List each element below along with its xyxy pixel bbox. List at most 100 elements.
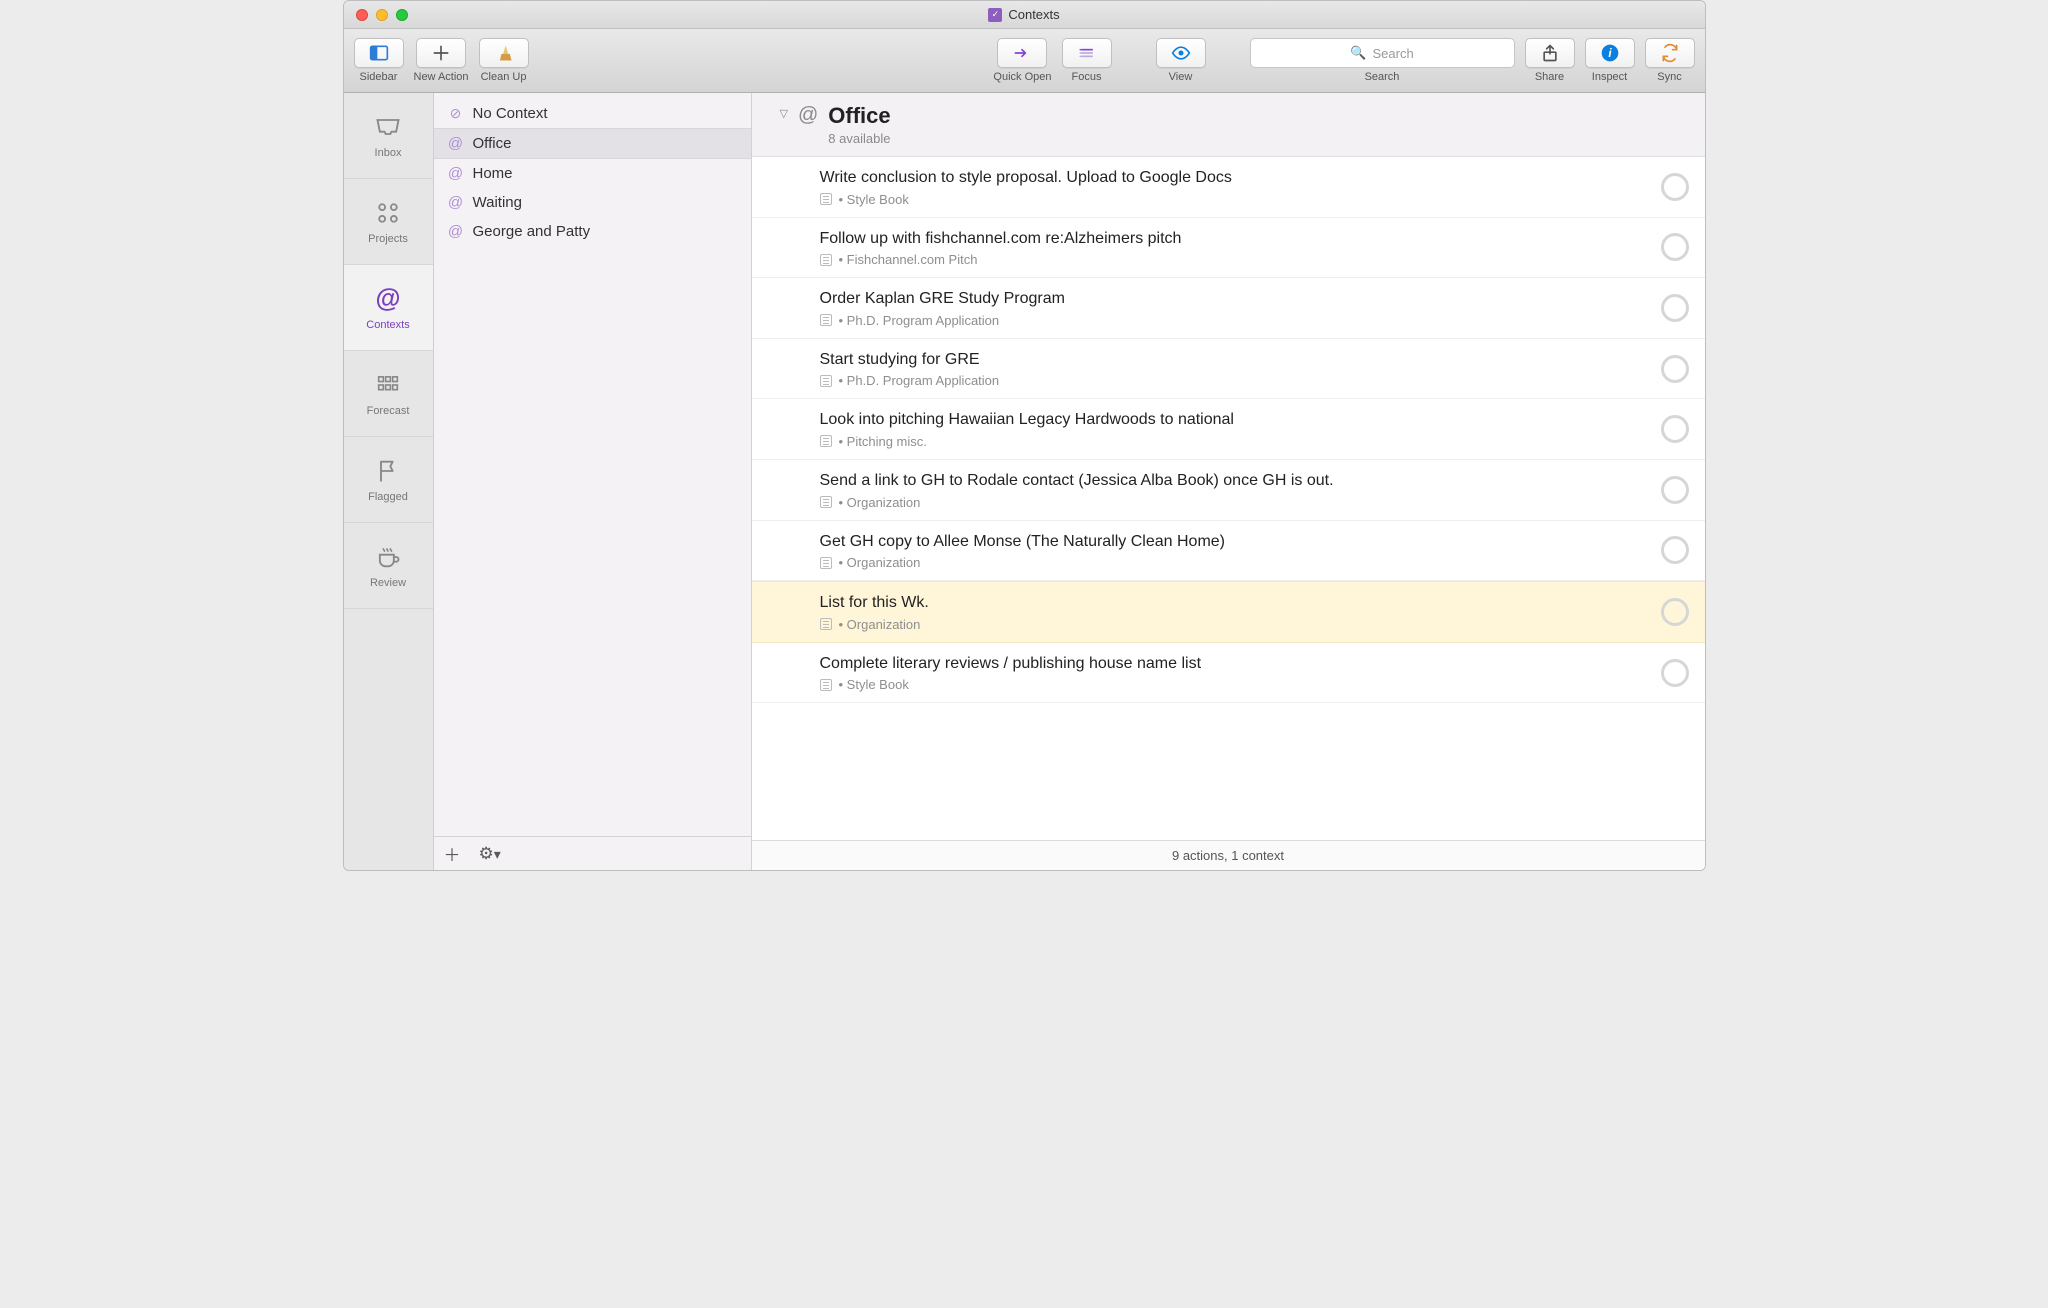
context-bottom-bar: ＋ ⚙▾ — [434, 836, 751, 870]
context-george-and-patty[interactable]: @ George and Patty — [434, 217, 751, 246]
note-icon — [820, 254, 832, 266]
content-subtitle: 8 available — [828, 131, 890, 146]
search-placeholder: Search — [1372, 46, 1413, 61]
rail-inbox[interactable]: Inbox — [344, 93, 433, 179]
sync-icon — [1660, 43, 1680, 63]
task-project: • Pitching misc. — [820, 434, 1645, 449]
sync-button[interactable] — [1645, 38, 1695, 68]
new-action-button[interactable] — [416, 38, 466, 68]
task-title: Look into pitching Hawaiian Legacy Hardw… — [820, 409, 1645, 431]
context-label: Office — [473, 135, 512, 152]
sidebar-label: Sidebar — [360, 71, 398, 83]
task-title: List for this Wk. — [820, 592, 1645, 614]
complete-checkbox[interactable] — [1661, 598, 1689, 626]
task-row[interactable]: Look into pitching Hawaiian Legacy Hardw… — [752, 399, 1705, 460]
context-waiting[interactable]: @ Waiting — [434, 188, 751, 217]
complete-checkbox[interactable] — [1661, 476, 1689, 504]
minimize-window-button[interactable] — [376, 9, 388, 21]
complete-checkbox[interactable] — [1661, 355, 1689, 383]
task-row[interactable]: Start studying for GRE• Ph.D. Program Ap… — [752, 339, 1705, 400]
view-label: View — [1169, 71, 1193, 83]
quick-open-button[interactable] — [997, 38, 1047, 68]
inspect-label: Inspect — [1592, 71, 1627, 83]
context-home[interactable]: @ Home — [434, 159, 751, 188]
inspect-button[interactable]: i — [1585, 38, 1635, 68]
view-button[interactable] — [1156, 38, 1206, 68]
zoom-window-button[interactable] — [396, 9, 408, 21]
task-row[interactable]: Send a link to GH to Rodale contact (Jes… — [752, 460, 1705, 521]
perspective-rail: Inbox Projects @ Contexts Forecast Flagg… — [344, 93, 434, 870]
status-text: 9 actions, 1 context — [1172, 848, 1284, 863]
rail-forecast[interactable]: Forecast — [344, 351, 433, 437]
header-at-icon: @ — [798, 104, 818, 127]
task-project: • Style Book — [820, 192, 1645, 207]
focus-icon — [1077, 43, 1097, 63]
quick-open-label: Quick Open — [993, 71, 1051, 83]
add-context-button[interactable]: ＋ — [444, 841, 461, 866]
task-project: • Organization — [820, 495, 1645, 510]
rail-projects-label: Projects — [368, 233, 408, 245]
info-icon: i — [1600, 43, 1620, 63]
rail-projects[interactable]: Projects — [344, 179, 433, 265]
note-icon — [820, 557, 832, 569]
complete-checkbox[interactable] — [1661, 536, 1689, 564]
rail-flagged-label: Flagged — [368, 491, 408, 503]
content-header: ▽ @ Office 8 available — [752, 93, 1705, 157]
complete-checkbox[interactable] — [1661, 173, 1689, 201]
task-row[interactable]: Get GH copy to Allee Monse (The Naturall… — [752, 521, 1705, 582]
sidebar-toggle-button[interactable] — [354, 38, 404, 68]
complete-checkbox[interactable] — [1661, 294, 1689, 322]
rail-flagged[interactable]: Flagged — [344, 437, 433, 523]
context-no-context[interactable]: ⊘ No Context — [434, 99, 751, 128]
close-window-button[interactable] — [356, 9, 368, 21]
projects-icon — [374, 199, 402, 227]
task-row[interactable]: Order Kaplan GRE Study Program• Ph.D. Pr… — [752, 278, 1705, 339]
disclosure-triangle[interactable]: ▽ — [780, 107, 788, 120]
complete-checkbox[interactable] — [1661, 415, 1689, 443]
note-icon — [820, 618, 832, 630]
broom-icon — [494, 43, 514, 63]
search-field[interactable]: 🔍 Search — [1250, 38, 1515, 68]
inbox-icon — [374, 113, 402, 141]
share-button[interactable] — [1525, 38, 1575, 68]
context-office[interactable]: @ Office — [434, 128, 751, 159]
svg-text:@: @ — [375, 285, 400, 313]
context-label: No Context — [473, 105, 548, 122]
plus-icon — [431, 43, 451, 63]
titlebar: Contexts — [344, 1, 1705, 29]
task-project: • Organization — [820, 617, 1645, 632]
rail-inbox-label: Inbox — [375, 147, 402, 159]
window-title: Contexts — [1008, 7, 1059, 22]
context-at-icon: @ — [448, 165, 464, 182]
note-icon — [820, 193, 832, 205]
app-title-icon — [988, 8, 1002, 22]
clean-up-button[interactable] — [479, 38, 529, 68]
note-icon — [820, 435, 832, 447]
rail-review-label: Review — [370, 577, 406, 589]
note-icon — [820, 314, 832, 326]
app-window: Contexts Sidebar New Action Clean — [343, 0, 1706, 871]
new-action-label: New Action — [414, 71, 469, 83]
content-column: ▽ @ Office 8 available Write conclusion … — [752, 93, 1705, 870]
task-row[interactable]: Complete literary reviews / publishing h… — [752, 643, 1705, 704]
context-label: Home — [473, 165, 513, 182]
task-project: • Style Book — [820, 677, 1645, 692]
share-label: Share — [1535, 71, 1564, 83]
clean-up-label: Clean Up — [481, 71, 527, 83]
task-row[interactable]: List for this Wk. • Organization — [752, 581, 1705, 643]
context-gear-menu[interactable]: ⚙▾ — [479, 844, 501, 864]
eye-icon — [1171, 43, 1191, 63]
task-row[interactable]: Write conclusion to style proposal. Uplo… — [752, 157, 1705, 218]
task-row[interactable]: Follow up with fishchannel.com re:Alzhei… — [752, 218, 1705, 279]
context-sidebar: ⊘ No Context @ Office @ Home @ Waiting @ — [434, 93, 752, 870]
complete-checkbox[interactable] — [1661, 233, 1689, 261]
no-context-icon: ⊘ — [448, 105, 464, 122]
task-project: • Organization — [820, 555, 1645, 570]
sidebar-icon — [369, 43, 389, 63]
rail-contexts[interactable]: @ Contexts — [344, 265, 433, 351]
search-label: Search — [1365, 71, 1400, 83]
rail-review[interactable]: Review — [344, 523, 433, 609]
focus-button[interactable] — [1062, 38, 1112, 68]
complete-checkbox[interactable] — [1661, 659, 1689, 687]
context-label: George and Patty — [473, 223, 591, 240]
